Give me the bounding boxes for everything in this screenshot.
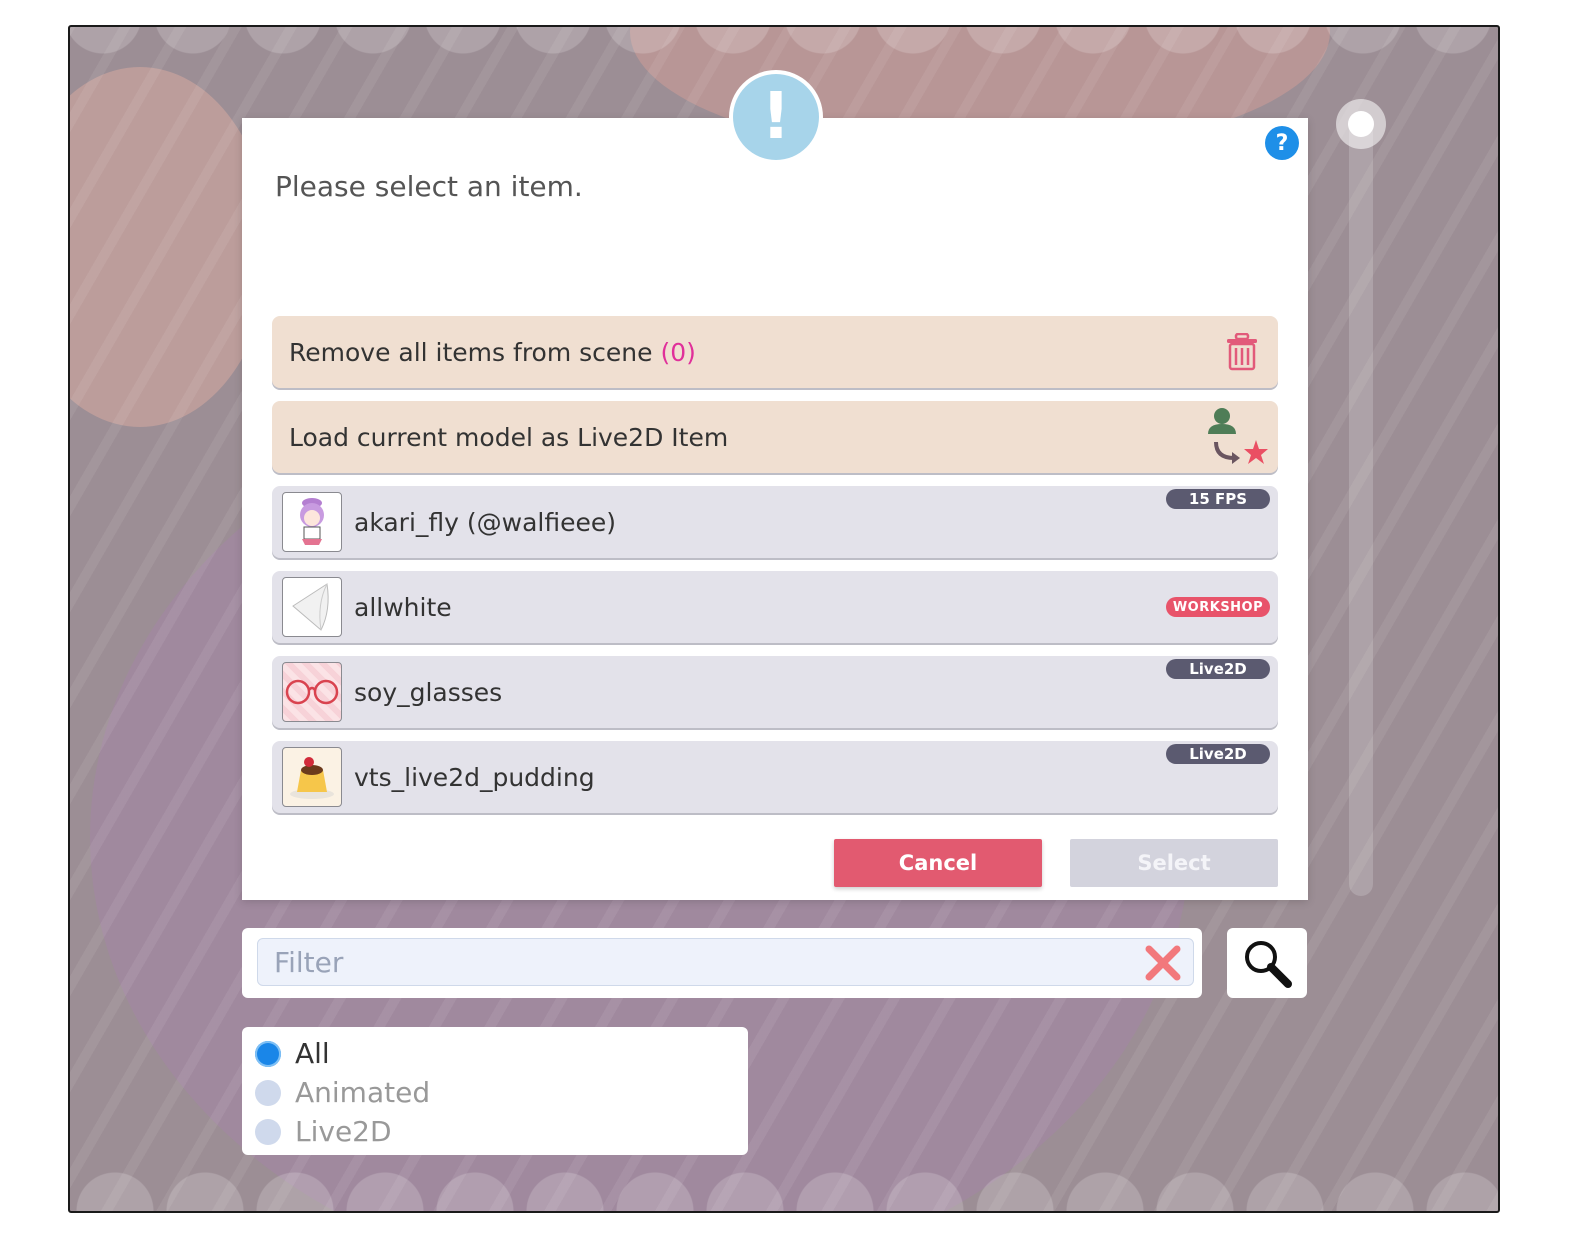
list-item-pudding[interactable]: vts_live2d_pudding Live2D — [272, 741, 1278, 813]
select-button[interactable]: Select — [1070, 839, 1278, 887]
scrollbar-track[interactable] — [1349, 120, 1373, 896]
load-model-as-item-button[interactable]: Load current model as Live2D Item — [272, 401, 1278, 473]
item-name: akari_fly (@walfieee) — [354, 507, 616, 537]
fps-badge: 15 FPS — [1166, 489, 1270, 509]
model-to-item-icon — [1208, 408, 1268, 464]
search-button[interactable] — [1227, 928, 1307, 998]
exclamation-glyph: ! — [733, 74, 819, 160]
radio-label: All — [295, 1037, 330, 1070]
pudding-thumbnail — [282, 747, 342, 807]
trash-icon — [1227, 333, 1257, 371]
cancel-button[interactable]: Cancel — [834, 839, 1042, 887]
list-item-allwhite[interactable]: allwhite WORKSHOP — [272, 571, 1278, 643]
load-model-label: Load current model as Live2D Item — [289, 422, 729, 452]
white-cloth-thumbnail — [282, 577, 342, 637]
red-glasses-thumbnail — [282, 662, 342, 722]
radio-animated[interactable]: Animated — [255, 1076, 430, 1109]
scallop-border-top — [70, 27, 1498, 55]
item-count: (0) — [660, 337, 696, 367]
item-name: vts_live2d_pudding — [354, 762, 595, 792]
item-name: soy_glasses — [354, 677, 503, 707]
live2d-badge: Live2D — [1166, 744, 1270, 764]
item-name: allwhite — [354, 592, 452, 622]
type-filter-group: All Animated Live2D — [242, 1027, 748, 1155]
radio-all[interactable]: All — [255, 1037, 330, 1070]
chibi-character-thumbnail — [282, 492, 342, 552]
radio-label: Animated — [295, 1076, 431, 1109]
dialog-title: Please select an item. — [275, 170, 583, 203]
list-item-soy-glasses[interactable]: soy_glasses Live2D — [272, 656, 1278, 728]
filter-input[interactable] — [257, 938, 1194, 986]
radio-dot — [255, 1079, 281, 1106]
alert-icon: ! — [729, 70, 823, 164]
remove-all-label: Remove all items from scene (0) — [289, 337, 696, 367]
search-icon — [1245, 941, 1292, 988]
help-button[interactable]: ? — [1265, 126, 1299, 160]
list-item-akari-fly[interactable]: akari_fly (@walfieee) 15 FPS — [272, 486, 1278, 558]
workshop-badge: WORKSHOP — [1166, 597, 1270, 617]
radio-label: Live2D — [295, 1115, 392, 1148]
item-select-dialog: Please select an item. Remove all items … — [242, 118, 1308, 900]
filter-bar — [242, 928, 1202, 998]
clear-filter-icon[interactable] — [1143, 943, 1183, 983]
radio-dot — [255, 1118, 281, 1145]
remove-all-items-button[interactable]: Remove all items from scene (0) — [272, 316, 1278, 388]
scallop-border-bottom — [70, 1171, 1498, 1211]
radio-live2d[interactable]: Live2D — [255, 1115, 392, 1148]
live2d-badge: Live2D — [1166, 659, 1270, 679]
scrollbar-handle[interactable] — [1336, 99, 1386, 149]
radio-dot — [255, 1040, 281, 1067]
